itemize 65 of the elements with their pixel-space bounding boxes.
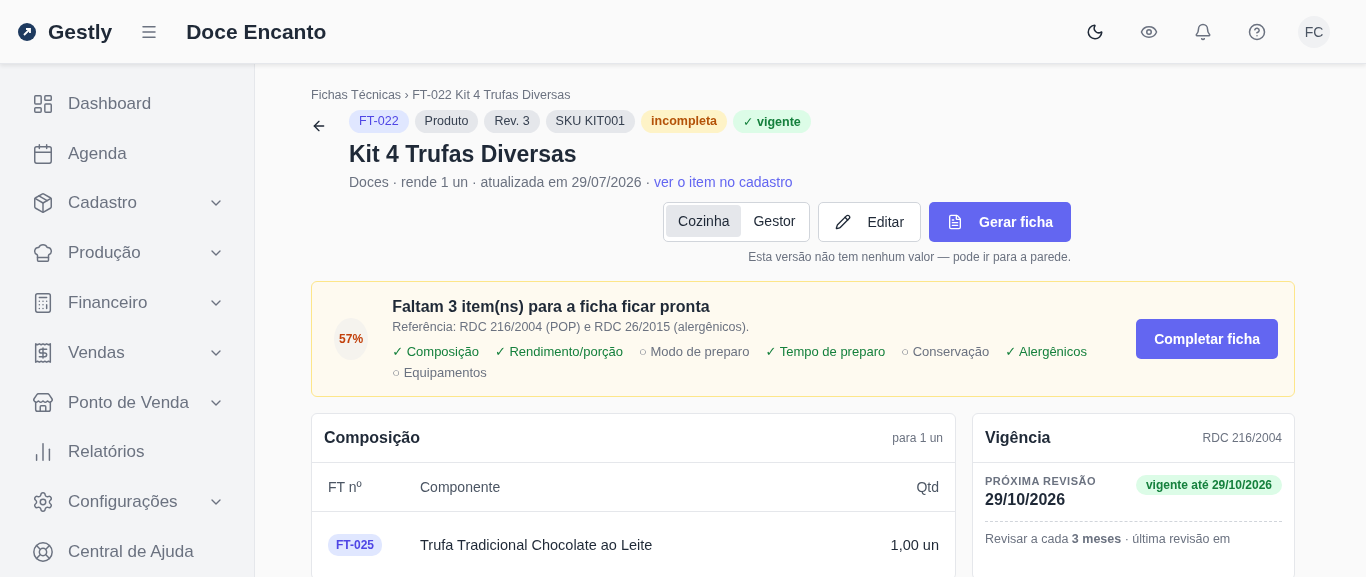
page-title: Kit 4 Trufas Diversas (349, 141, 578, 168)
store-icon (32, 391, 54, 414)
sidebar-item[interactable]: Cadastro (32, 178, 224, 229)
item-link[interactable]: ver o item no cadastro (654, 174, 793, 190)
app-name: Gestly (48, 19, 113, 44)
card-note: para 1 un (892, 431, 943, 445)
sidebar-item[interactable]: Relatórios (32, 427, 224, 478)
column-header: FT nº (328, 479, 363, 495)
tag: FT-022 (349, 110, 409, 133)
column-header: Componente (420, 479, 502, 495)
receipt-icon (32, 341, 54, 364)
sidebar-item[interactable]: Financeiro (32, 278, 224, 328)
view-tab[interactable]: Gestor (741, 205, 808, 237)
sidebar-item[interactable]: Agenda (32, 128, 224, 179)
sidebar-item[interactable]: Vendas (32, 328, 224, 378)
calendar-icon (32, 142, 54, 165)
generate-button[interactable]: Gerar ficha (929, 202, 1071, 242)
company-name: Doce Encanto (186, 19, 327, 44)
card-title: Composição (324, 429, 420, 447)
table-cell-text: 1,00 un (889, 537, 939, 553)
banner-reference: Referência: RDC 216/2004 (POP) e RDC 26/2015 (alergênicos). (392, 320, 751, 334)
checklist-item: ✓ Composição (392, 344, 479, 359)
tag: SKU KIT001 (545, 110, 636, 133)
code-tag: FT-025 (328, 534, 382, 556)
breadcrumb: Fichas Técnicas › FT-022 Kit 4 Trufas Diversas (311, 88, 572, 102)
banner-title: Faltam 3 item(ns) para a ficha ficar pronta (392, 298, 711, 316)
progress-percent: 57% (334, 318, 369, 360)
tag: Produto (414, 110, 479, 133)
complete-button[interactable]: Completar ficha (1136, 319, 1278, 359)
version-note: Esta versão não tem nenhum valor — pode ir para a parede. (747, 250, 1071, 264)
review-text: Revisar a cada 3 meses · última revisão em (985, 532, 1232, 546)
box-icon (32, 192, 54, 215)
logo-icon (18, 22, 36, 41)
chef-hat-icon (32, 242, 54, 265)
lifebuoy-icon (32, 541, 54, 564)
view-tab[interactable]: Cozinha (666, 205, 742, 237)
card-title: Vigência (985, 429, 1051, 447)
checklist-item: ✓ Alergênicos (1005, 344, 1087, 359)
dashboard-icon (32, 92, 54, 115)
edit-button[interactable]: Editar (818, 202, 922, 242)
settings-icon (32, 491, 54, 514)
pencil-icon (835, 214, 852, 230)
document-icon (947, 214, 964, 230)
checklist-item: ○ Modo de preparo (638, 344, 750, 359)
sidebar-item[interactable]: Produção (32, 228, 224, 279)
field-label: PRÓXIMA REVISÃO (985, 475, 1096, 487)
subtitle: Doces · rende 1 un · atualizada em 29/07/2026 · ver o item no cadastro (349, 174, 794, 190)
user-avatar[interactable]: FC (1298, 15, 1330, 48)
tag: Rev. 3 (484, 110, 540, 133)
review-date: 29/10/2026 (985, 491, 1067, 509)
sidebar-item[interactable]: Central de Ajuda (32, 527, 224, 577)
status-tag: vigente até 29/10/2026 (1135, 475, 1282, 495)
column-header: Qtd (915, 479, 939, 495)
checklist-item: ○ Conservação (901, 344, 990, 359)
checklist-item: ✓ Rendimento/porção (494, 344, 623, 359)
card-note: RDC 216/2004 (1202, 431, 1282, 445)
calculator-icon (32, 292, 54, 315)
sidebar-item[interactable]: Configurações (32, 477, 224, 528)
tag: incompleta (641, 110, 728, 133)
tag: ✓ vigente (733, 110, 811, 133)
checklist-item: ✓ Tempo de preparo (765, 344, 886, 359)
sidebar-item[interactable]: Ponto de Venda (32, 377, 224, 428)
sidebar-item[interactable]: Dashboard (32, 79, 224, 129)
checklist-item: ○ Equipamentos (392, 365, 487, 380)
table-cell-text: Trufa Tradicional Chocolate ao Leite (420, 537, 654, 553)
